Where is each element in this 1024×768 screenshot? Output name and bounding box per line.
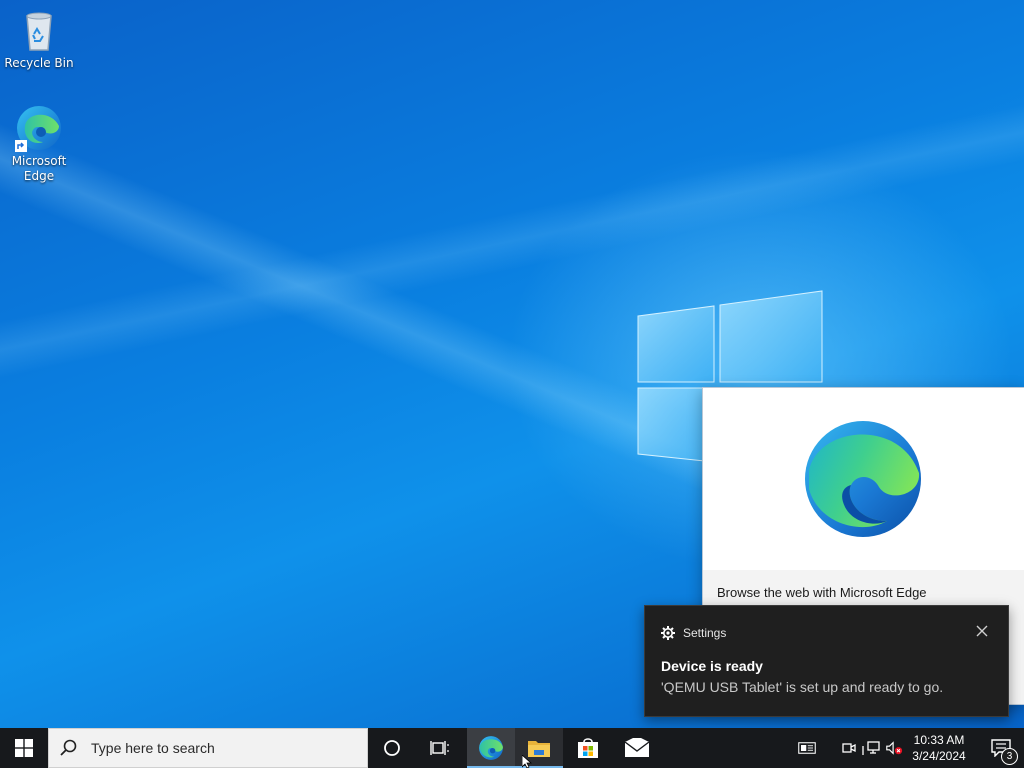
toast-body: 'QEMU USB Tablet' is set up and ready to… (661, 679, 944, 695)
toast-app-row: Settings (661, 625, 726, 641)
task-view-button[interactable] (416, 728, 464, 768)
clock-date: 3/24/2024 (912, 749, 966, 763)
toast-title: Device is ready (661, 658, 763, 674)
store-icon (578, 738, 598, 758)
taskbar-clock[interactable]: 10:33 AM 3/24/2024 (904, 732, 974, 764)
taskbar-app-edge[interactable] (467, 728, 515, 768)
mail-icon (624, 738, 650, 757)
edge-icon (15, 104, 63, 152)
desktop-icon-microsoft-edge[interactable]: Microsoft Edge (4, 104, 74, 184)
desktop-icon-label: Recycle Bin (4, 56, 74, 70)
clock-time: 10:33 AM (913, 733, 965, 747)
gear-icon (661, 626, 675, 640)
taskbar: 10:33 AM 3/24/2024 3 (0, 728, 1024, 768)
taskbar-search-box[interactable] (48, 728, 368, 768)
task-view-icon (430, 741, 449, 755)
edge-promo-text: Browse the web with Microsoft Edge (717, 585, 927, 600)
start-button[interactable] (0, 728, 48, 768)
shortcut-arrow-icon (15, 140, 27, 152)
edge-logo-icon (805, 421, 921, 537)
notification-count-badge: 3 (1001, 748, 1018, 765)
search-input[interactable] (89, 739, 353, 757)
toast-app-name: Settings (683, 626, 727, 640)
action-center-button[interactable]: 3 (978, 728, 1024, 768)
notification-toast[interactable]: Settings Device is ready 'QEMU USB Table… (644, 605, 1009, 717)
edge-promo-logo-area (703, 388, 1024, 570)
desktop-icon-recycle-bin[interactable]: Recycle Bin (4, 6, 74, 71)
desktop: Recycle Bin Microsoft Edge Browse the we… (0, 0, 1024, 728)
network-icon[interactable] (862, 740, 880, 756)
desktop-icon-label: Microsoft Edge (11, 154, 67, 183)
news-widget-icon[interactable] (798, 740, 816, 756)
volume-muted-icon[interactable] (885, 740, 903, 756)
mouse-cursor-icon (522, 755, 532, 768)
close-icon[interactable] (974, 623, 990, 639)
recycle-bin-icon (15, 6, 63, 54)
windows-start-icon (15, 739, 33, 757)
cortana-button[interactable] (368, 728, 416, 768)
taskbar-app-microsoft-store[interactable] (564, 728, 612, 768)
search-icon (60, 739, 77, 756)
cortana-circle-icon (384, 740, 400, 756)
edge-icon (479, 736, 503, 760)
taskbar-app-mail[interactable] (613, 728, 661, 768)
meet-now-icon[interactable] (840, 740, 858, 756)
